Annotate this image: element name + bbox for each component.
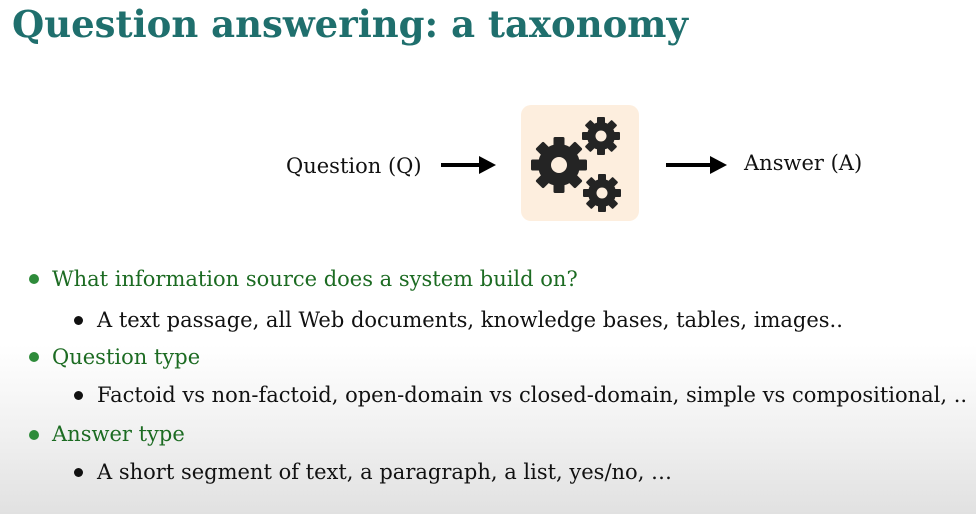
sub-bullet-dot xyxy=(74,468,83,477)
sub-bullet-item: A text passage, all Web documents, knowl… xyxy=(97,308,843,332)
bullet-dot xyxy=(29,352,39,362)
bullet-item: Question type xyxy=(52,345,201,369)
sub-bullet-item: A short segment of text, a paragraph, a … xyxy=(97,460,673,484)
slide-title: Question answering: a taxonomy xyxy=(12,2,688,46)
arrow-right-icon xyxy=(666,156,727,174)
answer-label: Answer (A) xyxy=(744,151,863,175)
sub-bullet-item: Factoid vs non-factoid, open-domain vs c… xyxy=(97,383,968,407)
bullet-dot xyxy=(29,430,39,440)
process-box xyxy=(521,105,639,221)
bullet-item: What information source does a system bu… xyxy=(52,267,578,291)
sub-bullet-dot xyxy=(74,391,83,400)
sub-bullet-dot xyxy=(74,316,83,325)
bullet-dot xyxy=(29,274,39,284)
bullet-item: Answer type xyxy=(52,422,185,446)
gears-icon xyxy=(531,117,621,212)
question-label: Question (Q) xyxy=(286,154,422,178)
arrow-right-icon xyxy=(441,156,496,174)
